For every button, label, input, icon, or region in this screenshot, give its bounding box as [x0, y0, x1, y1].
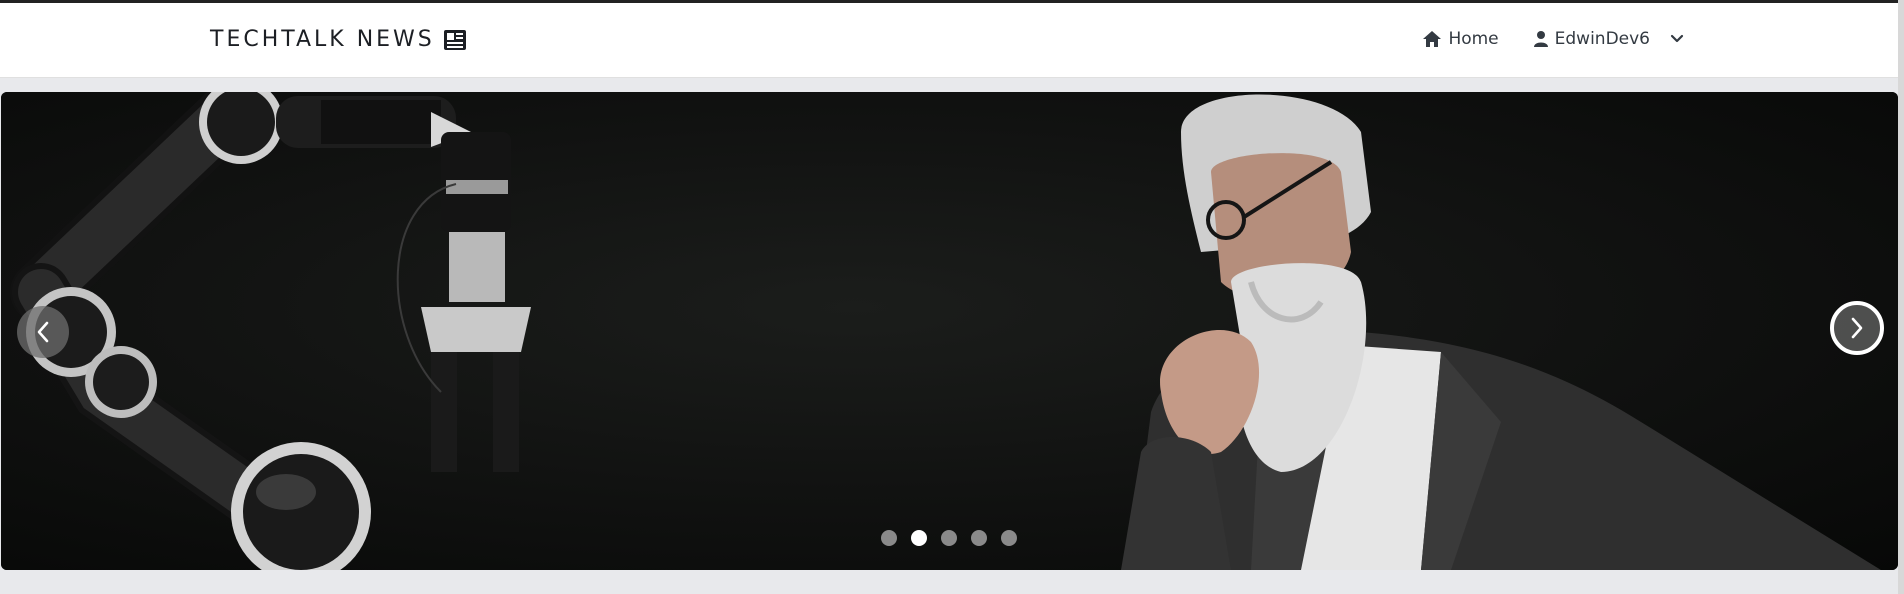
brand-logo[interactable]: TECHTALK NEWS	[210, 27, 467, 52]
home-icon	[1423, 31, 1442, 47]
carousel-indicators	[881, 530, 1017, 546]
user-icon	[1533, 31, 1548, 47]
carousel-next-button[interactable]	[1830, 301, 1884, 355]
carousel-indicator-dot[interactable]	[881, 530, 897, 546]
chevron-left-icon	[37, 321, 49, 343]
chevron-down-icon	[1670, 34, 1684, 43]
chevron-right-icon	[1851, 317, 1863, 339]
slide-image-robot-arm-and-man	[10, 92, 1881, 570]
nav-home-label: Home	[1448, 29, 1499, 49]
carousel-indicator-dot[interactable]	[971, 530, 987, 546]
carousel-indicator-dot[interactable]	[911, 530, 927, 546]
page-scrollbar[interactable]	[1898, 0, 1904, 594]
carousel-indicator-dot[interactable]	[1001, 530, 1017, 546]
carousel-prev-button[interactable]	[17, 306, 69, 358]
user-dropdown-toggle[interactable]: EdwinDev6	[1533, 29, 1684, 49]
username-label: EdwinDev6	[1554, 29, 1650, 49]
newspaper-icon	[443, 29, 466, 50]
brand-title[interactable]: TECHTALK NEWS	[210, 27, 435, 52]
robot-arm-graphic	[10, 92, 531, 570]
nav-menu: Home EdwinDev6	[1422, 29, 1684, 49]
top-navbar: TECHTALK NEWS Home EdwinDev6	[0, 3, 1898, 78]
bearded-man-graphic	[1121, 94, 1881, 570]
nav-home-link[interactable]: Home	[1422, 29, 1499, 49]
hero-carousel	[1, 92, 1898, 570]
carousel-indicator-dot[interactable]	[941, 530, 957, 546]
